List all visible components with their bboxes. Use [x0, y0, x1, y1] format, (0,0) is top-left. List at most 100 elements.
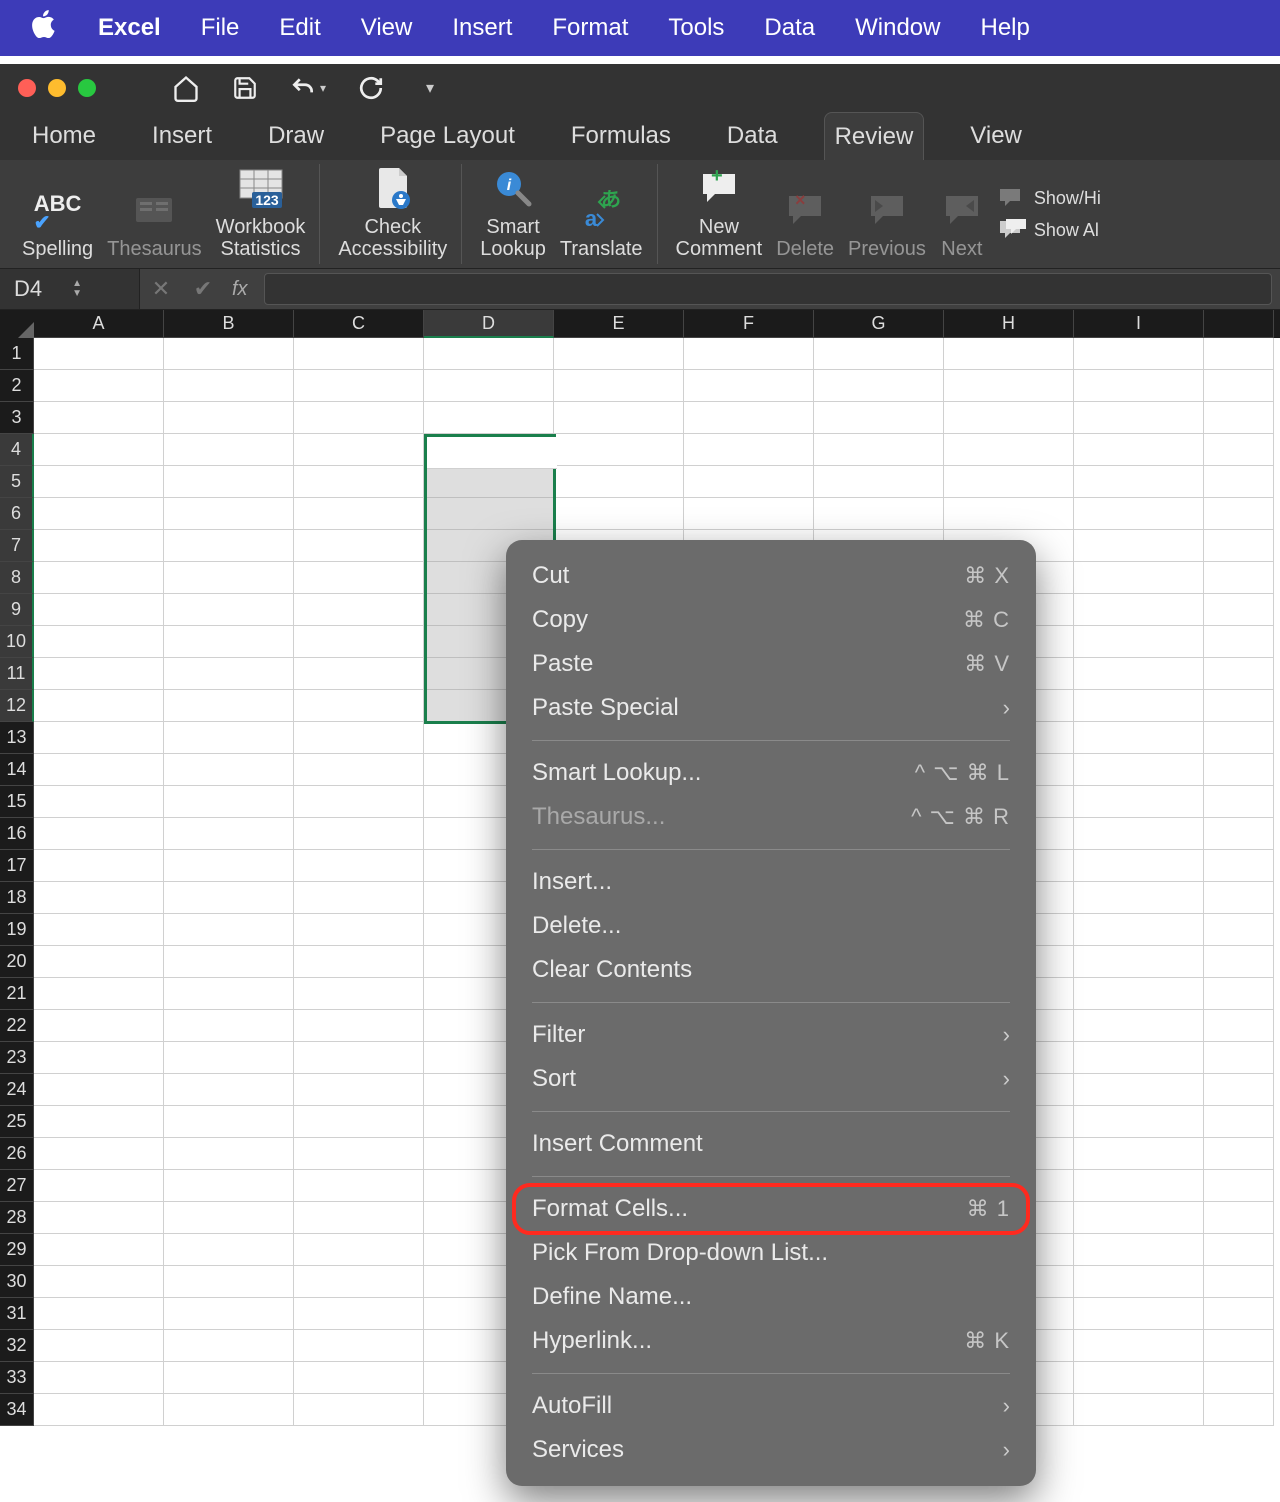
row-header-6[interactable]: 6	[0, 498, 34, 530]
new-comment-button[interactable]: + New Comment	[676, 164, 763, 264]
cell[interactable]	[34, 914, 164, 946]
column-header-E[interactable]: E	[554, 310, 684, 338]
cell[interactable]	[1074, 626, 1204, 658]
row-header-22[interactable]: 22	[0, 1010, 34, 1042]
cell[interactable]	[1204, 402, 1274, 434]
cell[interactable]	[294, 786, 424, 818]
cell[interactable]	[1204, 1138, 1274, 1170]
row-header-30[interactable]: 30	[0, 1266, 34, 1298]
column-header-next[interactable]	[1204, 310, 1274, 338]
cell[interactable]	[164, 658, 294, 690]
translate-button[interactable]: あa Translate	[560, 164, 643, 264]
cell[interactable]	[164, 1330, 294, 1362]
cell[interactable]	[164, 1202, 294, 1234]
cell[interactable]	[1074, 466, 1204, 498]
menu-window[interactable]: Window	[855, 14, 940, 42]
cell[interactable]	[164, 370, 294, 402]
next-comment-button[interactable]: Next	[940, 164, 984, 264]
apple-logo-icon[interactable]	[30, 10, 58, 46]
menu-file[interactable]: File	[201, 14, 240, 42]
cell[interactable]	[1204, 1170, 1274, 1202]
cell[interactable]	[34, 562, 164, 594]
cell[interactable]	[1074, 370, 1204, 402]
qat-customize-icon[interactable]: ▾	[426, 78, 434, 98]
cell[interactable]	[294, 1234, 424, 1266]
minimize-window-button[interactable]	[48, 79, 66, 97]
cell[interactable]	[1204, 722, 1274, 754]
cell[interactable]	[1074, 722, 1204, 754]
cell[interactable]	[164, 434, 294, 466]
cell[interactable]	[1204, 690, 1274, 722]
name-box-stepper-icon[interactable]: ▲▼	[72, 279, 82, 299]
cell[interactable]	[1074, 1394, 1204, 1426]
ctx-hyperlink[interactable]: Hyperlink...⌘ K	[506, 1319, 1036, 1363]
row-header-25[interactable]: 25	[0, 1106, 34, 1138]
name-box[interactable]: D4 ▲▼	[0, 269, 140, 309]
cell[interactable]	[1204, 1010, 1274, 1042]
cell[interactable]	[34, 1170, 164, 1202]
cell[interactable]	[1204, 1362, 1274, 1394]
cell[interactable]	[164, 946, 294, 978]
cell[interactable]	[164, 338, 294, 370]
cell[interactable]	[34, 786, 164, 818]
cell[interactable]	[1074, 1266, 1204, 1298]
cell[interactable]	[294, 1138, 424, 1170]
cell[interactable]	[34, 1266, 164, 1298]
cell[interactable]	[424, 402, 554, 434]
cell[interactable]	[294, 1298, 424, 1330]
row-header-27[interactable]: 27	[0, 1170, 34, 1202]
row-header-5[interactable]: 5	[0, 466, 34, 498]
tab-page-layout[interactable]: Page Layout	[370, 112, 525, 160]
cell[interactable]	[814, 498, 944, 530]
menu-view[interactable]: View	[361, 14, 413, 42]
ctx-autofill[interactable]: AutoFill›	[506, 1384, 1036, 1428]
row-header-14[interactable]: 14	[0, 754, 34, 786]
cell[interactable]	[1074, 530, 1204, 562]
cell[interactable]	[164, 690, 294, 722]
cell[interactable]	[294, 818, 424, 850]
column-header-A[interactable]: A	[34, 310, 164, 338]
cell[interactable]	[1074, 786, 1204, 818]
menu-tools[interactable]: Tools	[668, 14, 724, 42]
cell[interactable]	[34, 1042, 164, 1074]
cell[interactable]	[164, 466, 294, 498]
select-all-triangle[interactable]	[0, 310, 34, 338]
cell[interactable]	[294, 498, 424, 530]
cell[interactable]	[1074, 1138, 1204, 1170]
cell[interactable]	[1204, 1234, 1274, 1266]
row-header-8[interactable]: 8	[0, 562, 34, 594]
row-header-33[interactable]: 33	[0, 1362, 34, 1394]
row-header-9[interactable]: 9	[0, 594, 34, 626]
close-window-button[interactable]	[18, 79, 36, 97]
cell[interactable]	[944, 338, 1074, 370]
zoom-window-button[interactable]	[78, 79, 96, 97]
cell[interactable]	[34, 1010, 164, 1042]
cell[interactable]	[1204, 850, 1274, 882]
cell[interactable]	[164, 882, 294, 914]
cell[interactable]	[34, 1362, 164, 1394]
tab-insert[interactable]: Insert	[142, 112, 222, 160]
cell[interactable]	[1204, 1266, 1274, 1298]
column-header-G[interactable]: G	[814, 310, 944, 338]
row-header-20[interactable]: 20	[0, 946, 34, 978]
cell[interactable]	[294, 1042, 424, 1074]
row-header-10[interactable]: 10	[0, 626, 34, 658]
cell[interactable]	[1074, 1330, 1204, 1362]
cell[interactable]	[34, 1394, 164, 1426]
cell[interactable]	[164, 594, 294, 626]
cell[interactable]	[1074, 850, 1204, 882]
cell[interactable]	[1204, 786, 1274, 818]
row-header-23[interactable]: 23	[0, 1042, 34, 1074]
cell[interactable]	[1074, 1170, 1204, 1202]
ctx-sort[interactable]: Sort›	[506, 1057, 1036, 1101]
cell[interactable]	[1204, 914, 1274, 946]
ctx-paste-special[interactable]: Paste Special›	[506, 686, 1036, 730]
cell[interactable]	[34, 946, 164, 978]
cell[interactable]	[294, 338, 424, 370]
cell[interactable]	[164, 1010, 294, 1042]
cell[interactable]	[294, 1394, 424, 1426]
cell[interactable]	[1204, 946, 1274, 978]
row-header-29[interactable]: 29	[0, 1234, 34, 1266]
cell[interactable]	[1204, 626, 1274, 658]
cell[interactable]	[164, 1170, 294, 1202]
